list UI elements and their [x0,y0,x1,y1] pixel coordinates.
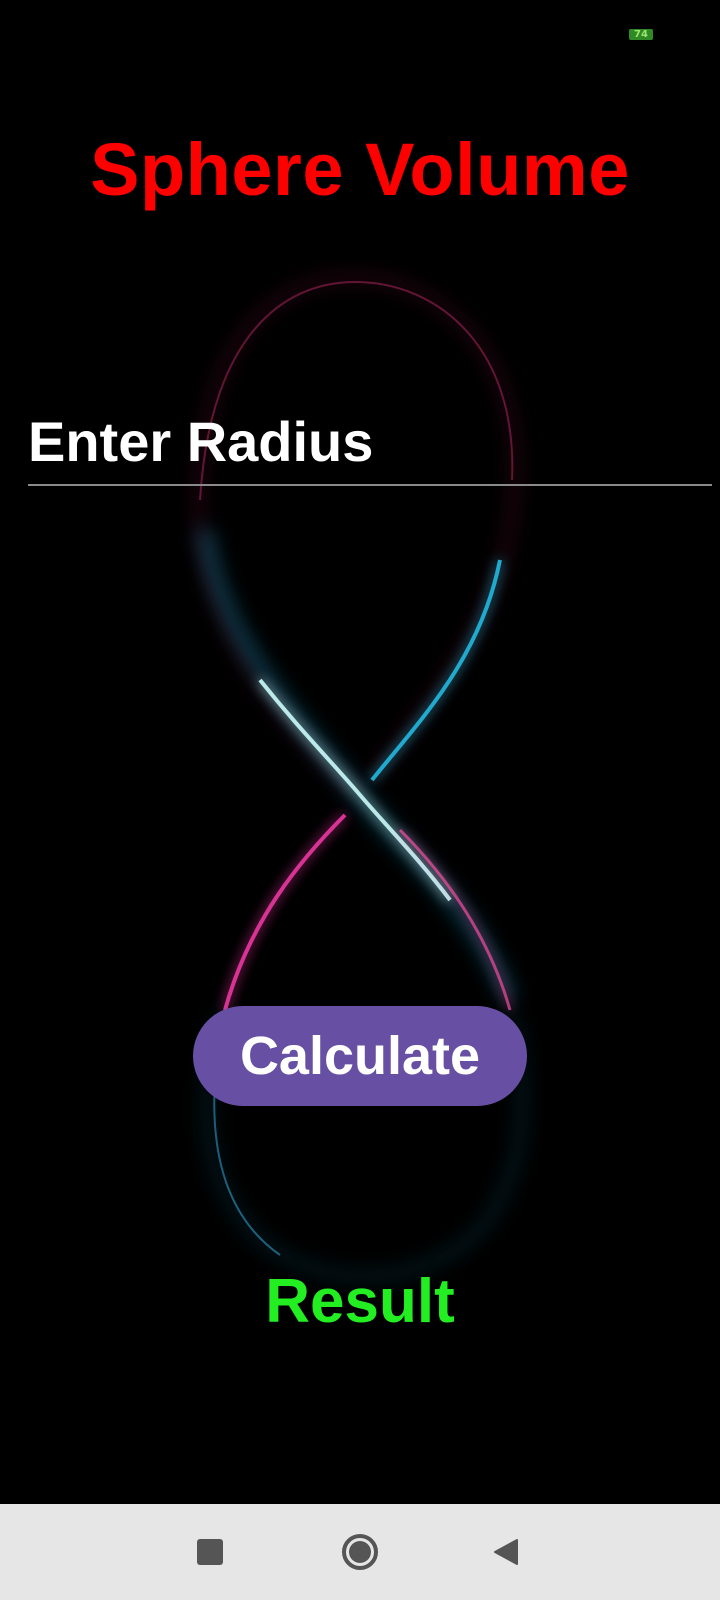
home-dot [349,1541,371,1563]
radius-input[interactable] [28,400,712,486]
triangle-back-icon [494,1539,518,1565]
infinity-ribbon-background [196,274,525,1279]
back-button[interactable] [484,1530,528,1574]
navigation-bar [0,1504,720,1600]
page-title: Sphere Volume [90,128,630,211]
status-bar: 74 [0,0,720,70]
recents-button[interactable] [188,1530,232,1574]
app-screen: 74 Sphere Volume Calculate Result [0,0,720,1600]
calculate-button[interactable]: Calculate [193,1006,527,1106]
result-text: Result [265,1267,455,1336]
home-button[interactable] [338,1530,382,1574]
circle-home-icon [342,1534,378,1570]
battery-icon: 74 [629,29,653,40]
square-recents-icon [197,1539,223,1565]
